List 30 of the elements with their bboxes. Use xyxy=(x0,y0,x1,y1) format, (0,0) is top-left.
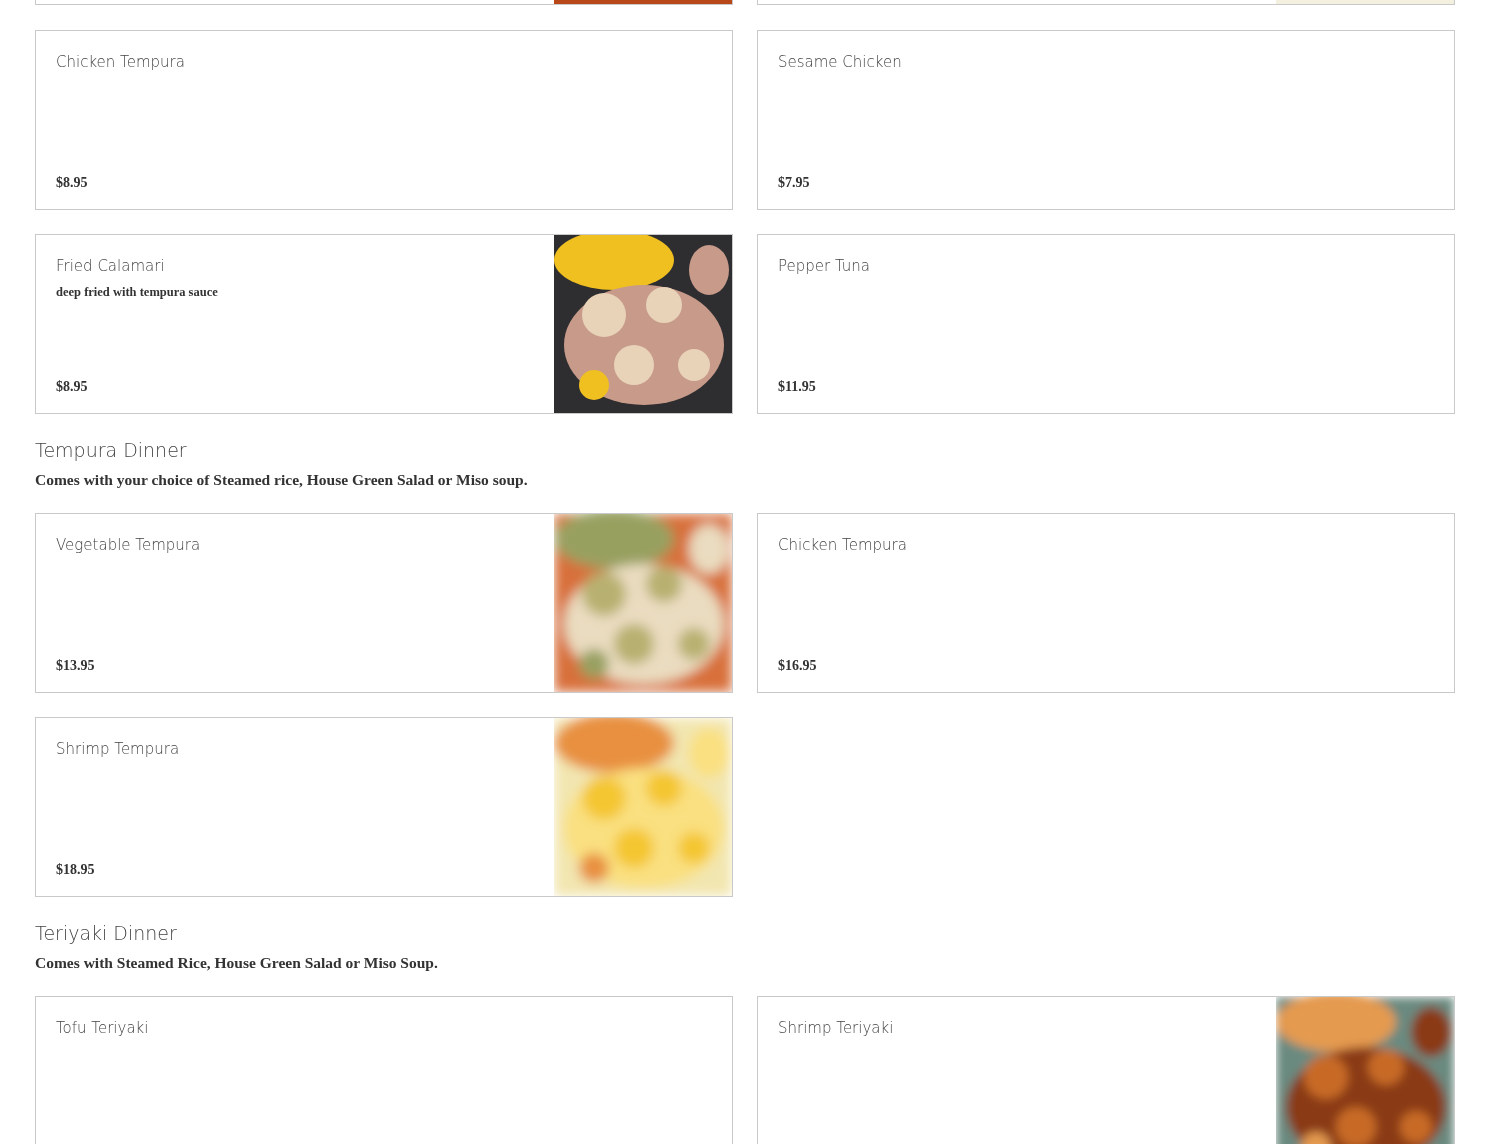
dish-price: $16.95 xyxy=(778,658,818,674)
section-title: Teriyaki Dinner xyxy=(35,922,178,944)
dish-name: Sesame Chicken xyxy=(778,52,903,73)
menu-card[interactable]: Shrimp Teriyaki xyxy=(757,996,1455,1144)
menu-card[interactable]: Tofu Teriyaki xyxy=(35,996,733,1144)
menu-card[interactable]: Vegetable Tempura $13.95 xyxy=(35,513,733,693)
menu-card[interactable]: Chicken Tempura $16.95 xyxy=(757,513,1455,693)
section-note: Comes with your choice of Steamed rice, House Green Salad or Miso soup. xyxy=(35,471,529,489)
dish-name: Chicken Tempura xyxy=(778,535,908,556)
menu-card[interactable]: Shrimp Tempura $18.95 xyxy=(35,717,733,897)
menu-card[interactable]: Pepper Tuna $11.95 xyxy=(757,234,1455,414)
dish-price: $13.95 xyxy=(56,658,96,674)
dish-name: Shrimp Teriyaki xyxy=(778,1018,895,1039)
dish-description: deep fried with tempura sauce xyxy=(56,285,219,300)
menu-card[interactable]: Chicken Tempura $8.95 xyxy=(35,30,733,210)
dish-price: $18.95 xyxy=(56,862,96,878)
section-note: Comes with Steamed Rice, House Green Salad or Miso Soup. xyxy=(35,954,439,972)
dish-name: Pepper Tuna xyxy=(778,256,872,277)
section-title: Tempura Dinner xyxy=(35,439,188,461)
menu-card[interactable]: Fried Calamari deep fried with tempura sauce $8.95 xyxy=(35,234,733,414)
dish-price: $11.95 xyxy=(778,379,817,395)
dish-price: $8.95 xyxy=(56,175,89,191)
dish-name: Shrimp Tempura xyxy=(56,739,181,760)
dish-name: Tofu Teriyaki xyxy=(56,1018,150,1039)
menu-card[interactable]: Sesame Chicken $7.95 xyxy=(757,30,1455,210)
dish-name: Fried Calamari xyxy=(56,256,166,277)
dish-name: Vegetable Tempura xyxy=(56,535,202,556)
dish-name: Chicken Tempura xyxy=(56,52,186,73)
dish-price: $7.95 xyxy=(778,175,811,191)
dish-price: $8.95 xyxy=(56,379,89,395)
